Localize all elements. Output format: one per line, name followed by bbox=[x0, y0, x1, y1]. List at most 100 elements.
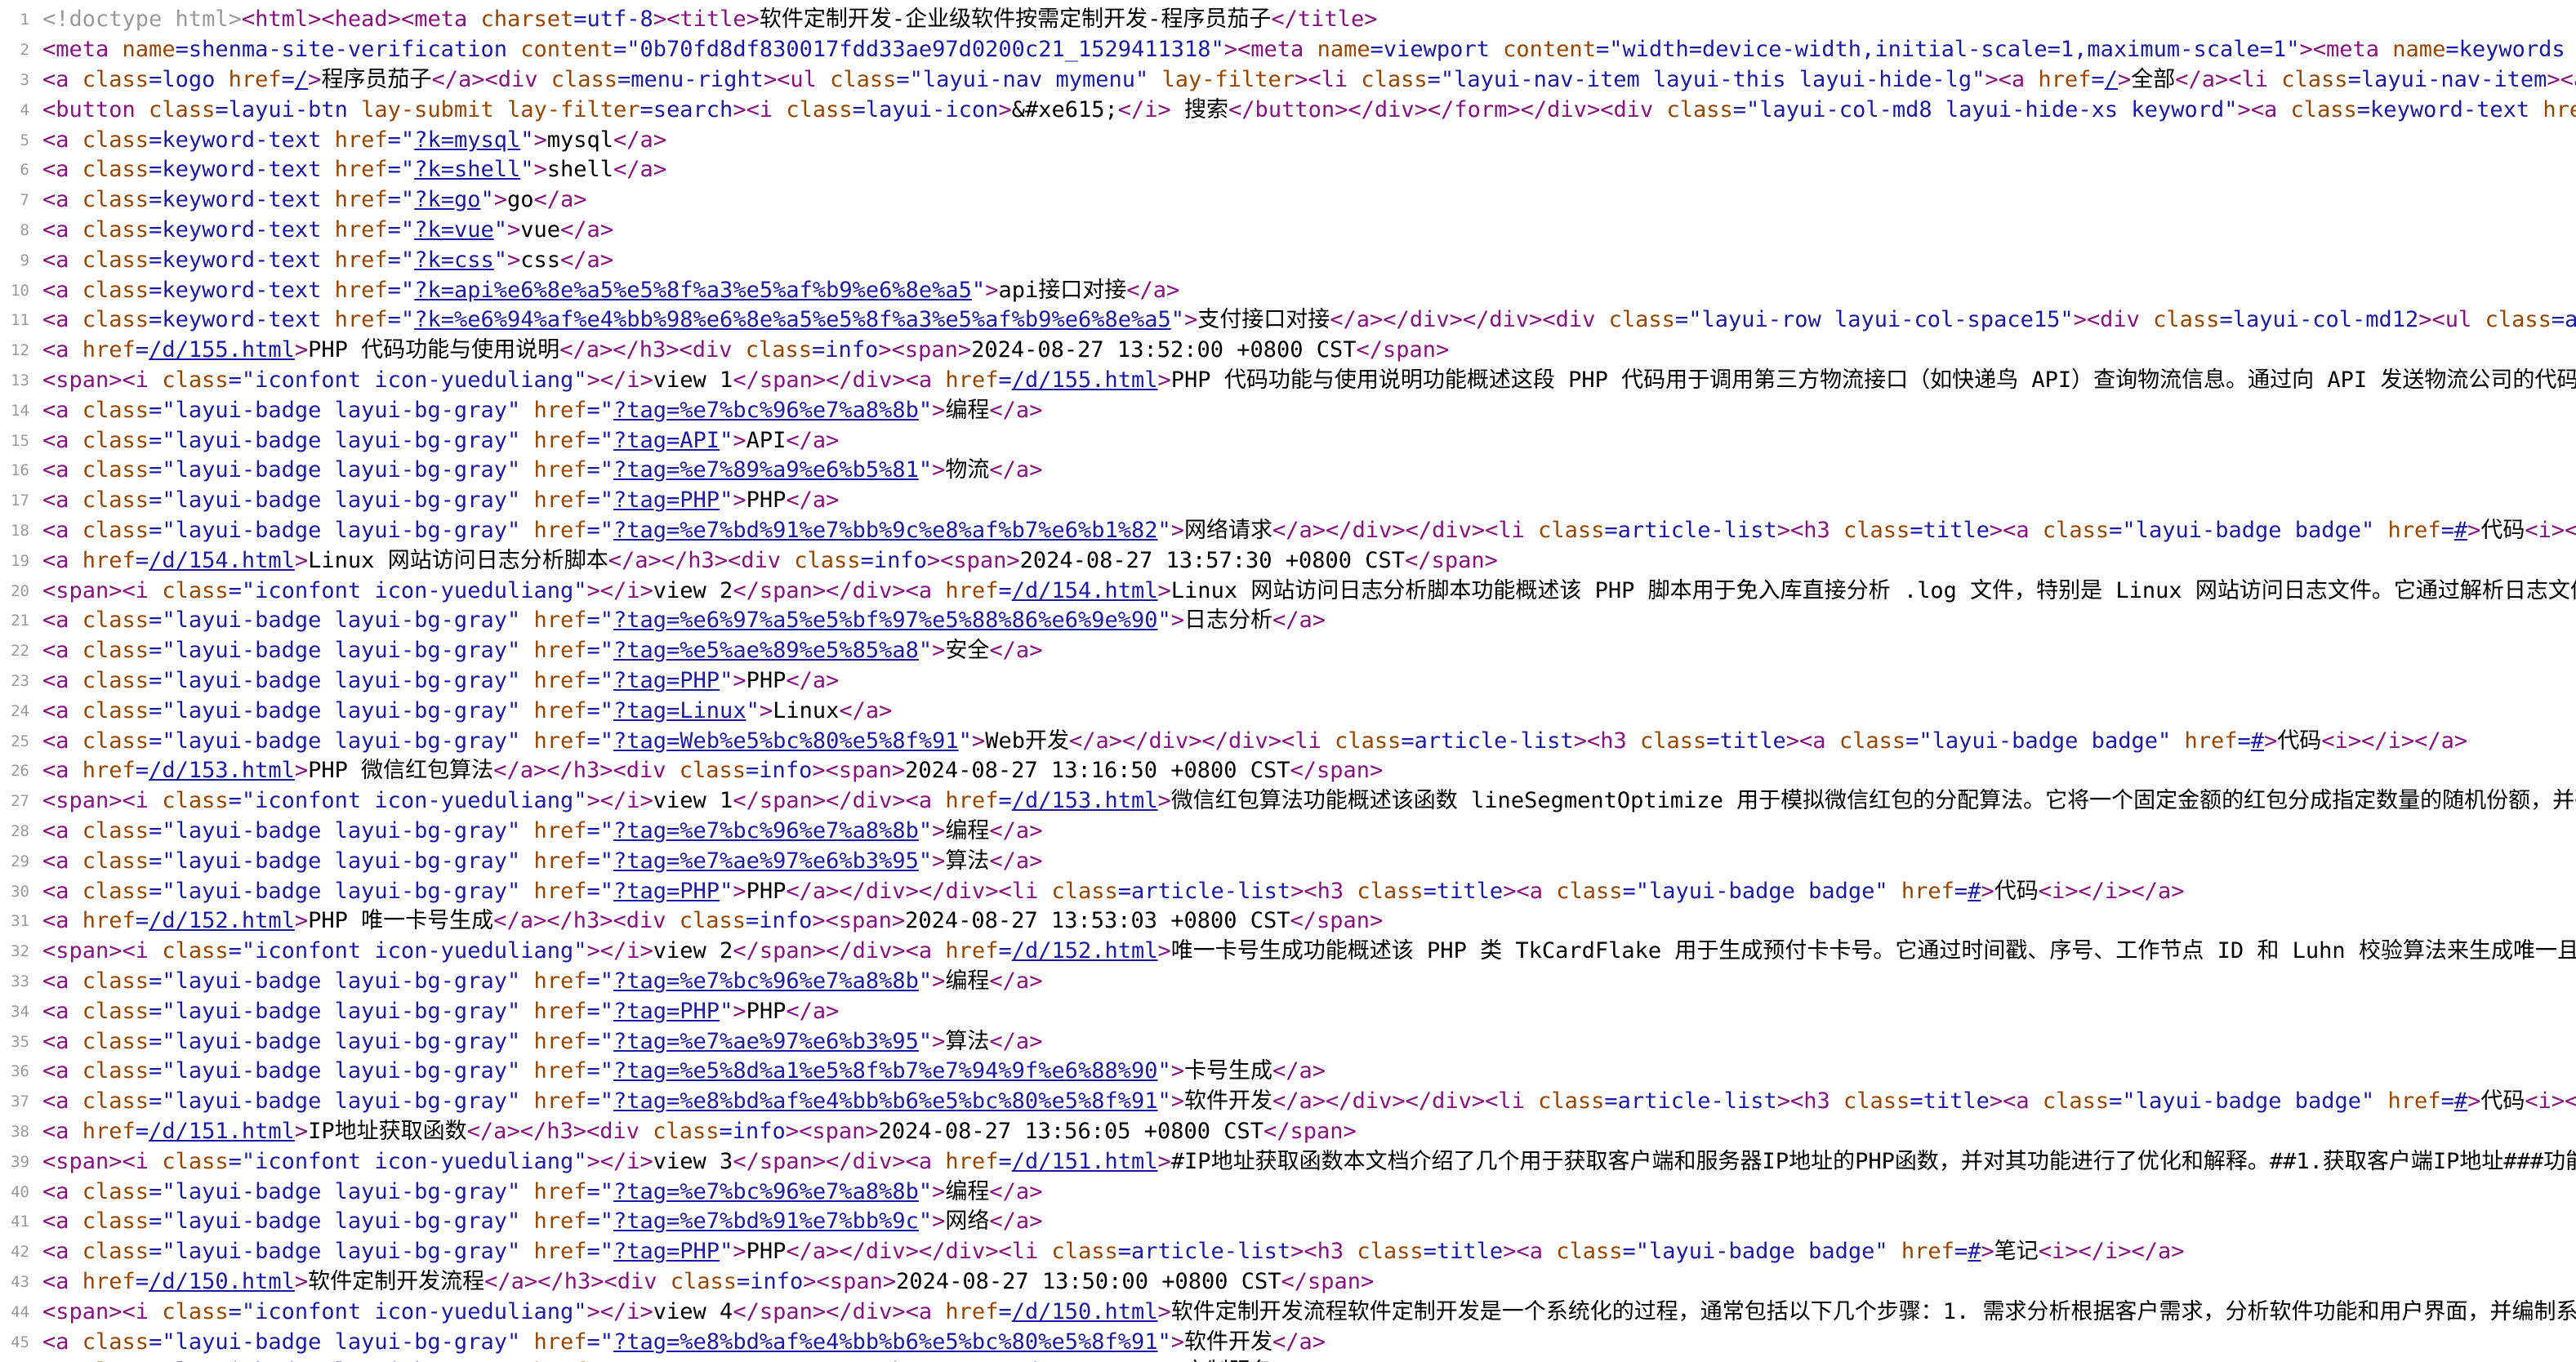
source-link[interactable]: # bbox=[2251, 728, 2264, 754]
code-token: =keyword-text bbox=[149, 157, 335, 183]
source-link[interactable]: /d/155.html bbox=[149, 337, 295, 363]
source-link[interactable]: /d/151.html bbox=[149, 1119, 295, 1144]
source-link[interactable]: ?k=css bbox=[414, 247, 494, 273]
source-line: 42 <a class="layui-badge layui-bg-gray" h… bbox=[0, 1237, 2576, 1267]
source-link[interactable]: ?tag=Linux bbox=[613, 698, 747, 723]
source-link[interactable]: ?k=go bbox=[414, 187, 480, 212]
source-link[interactable]: ?k=api%e6%8e%a5%e5%8f%a3%e5%af%b9%e6%8e%… bbox=[414, 278, 972, 303]
code-token: mysql bbox=[546, 127, 614, 153]
source-link[interactable]: ?tag=PHP bbox=[613, 999, 720, 1024]
source-link[interactable]: / bbox=[2105, 67, 2118, 92]
source-link[interactable]: / bbox=[295, 67, 308, 92]
source-link[interactable]: ?tag=%e7%ae%97%e6%b3%95 bbox=[613, 848, 919, 874]
code-token: ="layui-badge layui-bg-gray" bbox=[149, 487, 534, 514]
source-link[interactable]: ?k=vue bbox=[414, 217, 494, 243]
source-link[interactable]: /d/154.html bbox=[149, 548, 295, 573]
code-token: > bbox=[1170, 1058, 1185, 1084]
code-token: class bbox=[162, 367, 229, 393]
source-link[interactable]: ?tag=PHP bbox=[613, 668, 720, 693]
code-token: <span><i bbox=[42, 788, 163, 814]
source-link[interactable]: ?k=mysql bbox=[414, 127, 520, 153]
code-token: > bbox=[733, 667, 747, 693]
code-token: ><li bbox=[1295, 66, 1362, 92]
source-line: 22 <a class="layui-badge layui-bg-gray" h… bbox=[0, 636, 2576, 666]
source-code: <a class=keyword-text href="?k=css">css<… bbox=[42, 246, 613, 276]
code-token: 搜索 bbox=[1170, 96, 1229, 122]
source-link[interactable]: ?tag=%e5%ae%89%e5%85%a8 bbox=[613, 638, 919, 663]
source-link[interactable]: ?tag=Web%e5%bc%80%e5%8f%91 bbox=[613, 728, 959, 754]
code-token: </a> bbox=[1126, 277, 1180, 303]
code-token: =search bbox=[640, 96, 733, 122]
code-token: href bbox=[533, 1239, 587, 1265]
source-link[interactable]: # bbox=[1968, 1239, 1981, 1264]
source-link[interactable]: /d/150.html bbox=[149, 1269, 295, 1294]
source-link[interactable]: ?tag=%e8%bd%af%e4%bb%b6%e5%bc%80%e5%8f%9… bbox=[613, 1329, 1157, 1355]
source-link[interactable]: ?tag=PHP bbox=[613, 487, 720, 513]
code-token: </a> bbox=[613, 127, 667, 153]
code-token: <a bbox=[42, 1088, 82, 1115]
source-link[interactable]: /d/152.html bbox=[149, 908, 295, 933]
code-token: <a bbox=[42, 216, 82, 243]
code-token: <a bbox=[42, 1329, 82, 1355]
code-token: </a></div></div><li bbox=[786, 1239, 1052, 1265]
source-link[interactable]: /d/155.html bbox=[1012, 367, 1158, 393]
code-token: " bbox=[493, 216, 507, 243]
source-link[interactable]: /d/153.html bbox=[149, 758, 295, 783]
code-token: ></i> bbox=[586, 1298, 653, 1324]
code-token: class bbox=[82, 1329, 149, 1355]
source-link[interactable]: ?k=shell bbox=[414, 157, 520, 182]
code-token: ><ul bbox=[2418, 307, 2485, 333]
source-link[interactable]: # bbox=[2454, 518, 2467, 543]
source-link[interactable]: # bbox=[2454, 1088, 2467, 1114]
code-token: <i></i></a> bbox=[2525, 517, 2576, 543]
code-token: lay-filter bbox=[506, 96, 640, 122]
source-line: 3 <a class=logo href=/>程序员茄子</a><div clas… bbox=[0, 65, 2576, 96]
source-link[interactable]: ?tag=%e6%97%a5%e5%bf%97%e5%88%86%e6%9e%9… bbox=[613, 608, 1157, 633]
source-link[interactable]: /d/150.html bbox=[1012, 1299, 1158, 1324]
code-token: =title bbox=[1910, 517, 1990, 543]
line-number: 43 bbox=[11, 1272, 29, 1291]
code-token: ="layui-badge layui-bg-gray" bbox=[149, 1178, 534, 1204]
code-token: =" bbox=[586, 697, 614, 723]
source-line: 24 <a class="layui-badge layui-bg-gray" h… bbox=[0, 697, 2576, 727]
code-token: </a></div></div><li bbox=[1068, 728, 1335, 754]
source-link[interactable]: ?tag=%e7%bc%96%e7%a8%8b bbox=[613, 968, 919, 994]
source-link[interactable]: ?k=%e6%94%af%e4%bb%98%e6%8e%a5%e5%8f%a3%… bbox=[414, 307, 1171, 332]
source-link[interactable]: ?tag=%e7%bd%91%e7%bb%9c%e8%af%b7%e6%b1%8… bbox=[613, 518, 1157, 543]
source-link[interactable]: ?tag=%e5%8d%a1%e5%8f%b7%e7%94%9f%e6%88%9… bbox=[613, 1058, 1157, 1084]
code-token: > bbox=[1157, 1148, 1171, 1174]
code-token: class bbox=[1556, 878, 1623, 904]
source-link[interactable]: ?tag=%e7%bc%96%e7%a8%8b bbox=[613, 398, 919, 423]
source-link[interactable]: # bbox=[1968, 879, 1981, 904]
code-token: <a bbox=[42, 998, 82, 1024]
code-token: ="layui-row layui-col-space15" bbox=[1674, 307, 2074, 333]
code-token: 2024-08-27 13:53:03 +0800 CST bbox=[905, 908, 1290, 934]
source-link[interactable]: /d/152.html bbox=[1012, 938, 1158, 964]
source-link[interactable]: ?tag=API bbox=[613, 428, 720, 453]
code-token: </a> bbox=[560, 247, 614, 273]
code-token: =shenma-site-verification bbox=[175, 37, 521, 63]
source-link[interactable]: ?tag=%e7%bc%96%e7%a8%8b bbox=[613, 1179, 919, 1204]
code-token: lay-filter bbox=[1161, 66, 1295, 92]
source-link[interactable]: ?tag=PHP bbox=[613, 879, 720, 904]
source-link[interactable]: ?tag=%e5%ae%9a%e5%88%b6%e6%9c%8d%e5%8a%a… bbox=[613, 1359, 1157, 1362]
source-link[interactable]: ?tag=%e7%89%a9%e6%b5%81 bbox=[613, 457, 919, 483]
source-link[interactable]: ?tag=PHP bbox=[613, 1239, 720, 1264]
code-token: ><span> bbox=[812, 758, 906, 784]
source-link[interactable]: /d/154.html bbox=[1012, 578, 1158, 603]
source-link[interactable]: /d/153.html bbox=[1012, 788, 1158, 813]
code-token: </span></div><a bbox=[733, 938, 946, 964]
code-token: ></i> bbox=[586, 1148, 653, 1174]
code-token: <a bbox=[42, 667, 82, 693]
line-number: 21 bbox=[11, 612, 29, 630]
source-link[interactable]: ?tag=%e7%bd%91%e7%bb%9c bbox=[613, 1208, 919, 1234]
source-link[interactable]: ?tag=%e8%bd%af%e4%bb%b6%e5%bc%80%e5%8f%9… bbox=[613, 1088, 1157, 1114]
code-token: > bbox=[653, 7, 667, 33]
source-link[interactable]: /d/151.html bbox=[1012, 1149, 1158, 1174]
line-number: 26 bbox=[11, 762, 29, 781]
source-link[interactable]: ?tag=%e7%ae%97%e6%b3%95 bbox=[613, 1029, 919, 1054]
code-token: class bbox=[82, 608, 149, 634]
source-link[interactable]: ?tag=%e7%bc%96%e7%a8%8b bbox=[613, 818, 919, 843]
code-token: ="iconfont icon-yueduliang" bbox=[228, 577, 587, 603]
code-token: class bbox=[1639, 728, 1707, 754]
